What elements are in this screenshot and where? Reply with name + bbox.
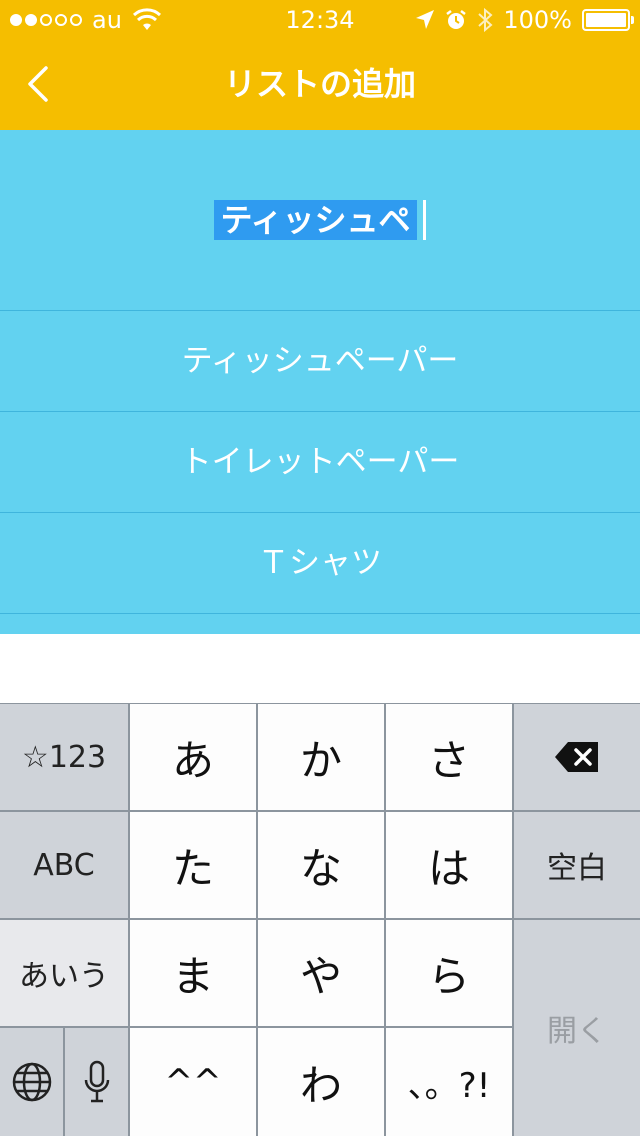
status-bar: au 12:34 100%: [0, 0, 640, 40]
battery-percentage: 100%: [503, 6, 572, 34]
alarm-icon: [446, 10, 467, 29]
key-kana[interactable]: あ: [130, 704, 256, 810]
carrier-label: au: [92, 6, 122, 34]
page-title: リストの追加: [223, 65, 416, 103]
key-kana[interactable]: ま: [130, 920, 256, 1026]
globe-key[interactable]: [0, 1028, 63, 1136]
status-right: 100%: [415, 6, 634, 34]
enter-key[interactable]: 開く: [514, 920, 640, 1136]
key-kana[interactable]: わ: [258, 1028, 384, 1136]
backspace-icon: [555, 742, 598, 772]
suggestion-list-spacer: [0, 614, 640, 634]
key-kana[interactable]: や: [258, 920, 384, 1026]
key-kaomoji[interactable]: ^^: [130, 1028, 256, 1136]
key-kana[interactable]: ら: [386, 920, 512, 1026]
key-abc[interactable]: ABC: [0, 812, 128, 918]
input-marked-text[interactable]: ティッシュペ: [214, 200, 417, 240]
key-punctuation[interactable]: 、。?!: [386, 1028, 512, 1136]
key-kana-mode[interactable]: あいう: [0, 920, 128, 1026]
keyboard: ☆123 ABC あいう あ か さ た な は ま や ら ^^ わ 、。?!…: [0, 703, 640, 1136]
signal-strength-icon: [10, 14, 82, 26]
suggestion-list: ティッシュペーパー トイレットペーパー Ｔシャツ: [0, 311, 640, 634]
globe-icon: [12, 1062, 51, 1102]
bluetooth-icon: [478, 7, 493, 33]
space-key[interactable]: 空白: [514, 812, 640, 918]
text-cursor: [422, 200, 426, 240]
location-arrow-icon: [416, 10, 435, 29]
key-kana[interactable]: な: [258, 812, 384, 918]
input-text-container[interactable]: ティッシュペ: [0, 200, 640, 240]
key-kana[interactable]: か: [258, 704, 384, 810]
nav-bar: リストの追加: [0, 40, 640, 130]
key-kana[interactable]: た: [130, 812, 256, 918]
wifi-icon: [132, 8, 161, 30]
status-left: au: [10, 6, 162, 34]
suggestion-item[interactable]: Ｔシャツ: [0, 513, 640, 614]
item-input-field[interactable]: ティッシュペ: [0, 130, 640, 311]
key-kana[interactable]: は: [386, 812, 512, 918]
key-kana[interactable]: さ: [386, 704, 512, 810]
microphone-icon: [84, 1060, 109, 1103]
suggestion-item[interactable]: トイレットペーパー: [0, 412, 640, 513]
microphone-key[interactable]: [65, 1028, 128, 1136]
suggestion-item[interactable]: ティッシュペーパー: [0, 311, 640, 412]
backspace-key[interactable]: [514, 704, 640, 810]
battery-icon: [582, 9, 634, 31]
key-symbols[interactable]: ☆123: [0, 704, 128, 810]
